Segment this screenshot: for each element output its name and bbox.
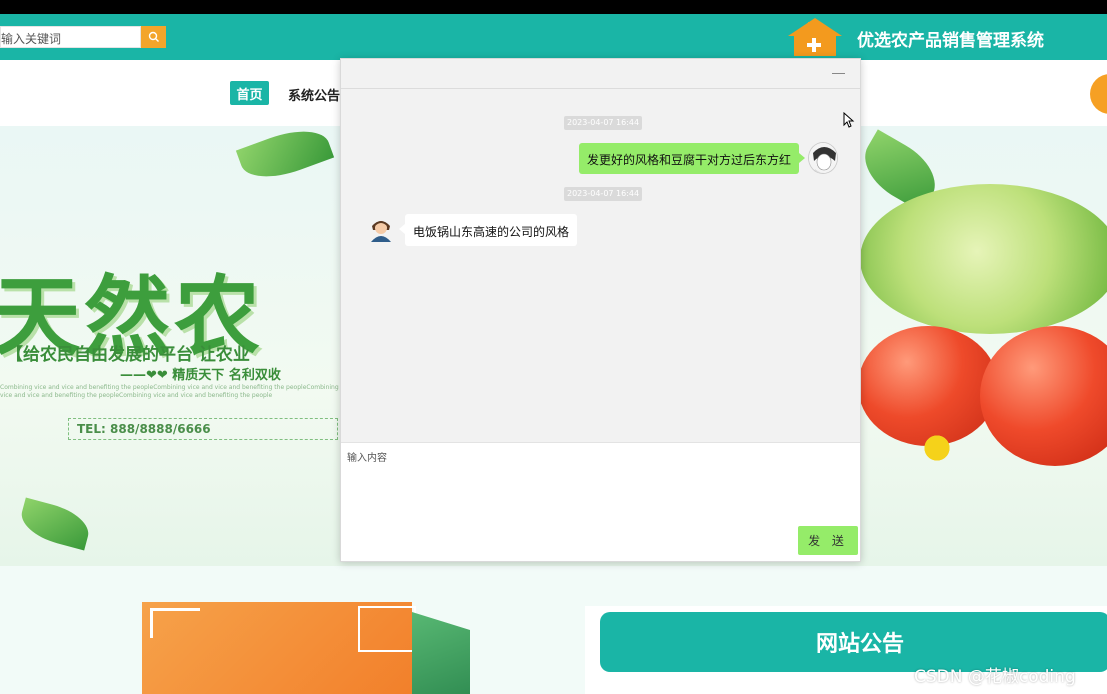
logo-house-icon [788, 18, 842, 56]
nav-item-notice[interactable]: 系统公告 [288, 85, 340, 104]
cabbage-image [860, 184, 1107, 334]
banner-phone: TEL: 888/8888/6666 [68, 418, 338, 440]
sender-avatar [808, 142, 838, 174]
search-button[interactable] [141, 26, 166, 48]
site-header: 输入关键词 优选农产品销售管理系统 [0, 14, 1107, 60]
message-timestamp: 2023-04-07 16:44 [564, 187, 643, 201]
message-timestamp: 2023-04-07 16:44 [564, 116, 643, 130]
message-bubble-sent: 发更好的风格和豆腐干对方过后东方红 [579, 143, 806, 174]
banner-slogan: 【给农民自由发展的平台 让农业 [6, 345, 250, 365]
site-title: 优选农产品销售管理系统 [857, 31, 1044, 51]
search-input[interactable]: 输入关键词 [0, 26, 141, 48]
banner-slogan-secondary: ——❤❤ 精质天下 名利双收 [120, 368, 281, 383]
chat-input-area: 发 送 [341, 442, 860, 561]
search-icon [148, 31, 159, 42]
chat-message-list: 2023-04-07 16:44 发更好的风格和豆腐干对方过后东方红 2023-… [341, 90, 860, 442]
tomato-image [980, 326, 1107, 466]
receiver-avatar [369, 216, 393, 242]
send-button[interactable]: 发 送 [798, 526, 858, 555]
banner-fine-print: Combining vice and vice and benefiting t… [0, 384, 339, 399]
minimize-icon[interactable] [832, 73, 845, 74]
user-avatar-button[interactable] [1090, 74, 1107, 114]
watermark: CSDN @花椒coding [914, 667, 1076, 687]
anime-avatar-icon [809, 143, 837, 173]
top-black-strip [0, 0, 1107, 14]
nav-item-home[interactable]: 首页 [230, 81, 269, 105]
chat-titlebar[interactable] [341, 59, 860, 89]
frame-corner-decoration [150, 608, 200, 638]
frame-square-decoration [358, 606, 416, 652]
leaf-decoration [16, 497, 94, 551]
leaf-decoration [235, 126, 335, 189]
chat-message-input[interactable] [347, 449, 847, 519]
message-bubble-received: 电饭锅山东高速的公司的风格 [398, 214, 578, 246]
chat-dialog: 2023-04-07 16:44 发更好的风格和豆腐干对方过后东方红 2023-… [340, 58, 861, 562]
mouse-cursor-icon [843, 112, 855, 128]
fold-decoration [412, 612, 470, 694]
user-avatar-icon [371, 221, 391, 242]
flower-decoration [915, 426, 959, 470]
